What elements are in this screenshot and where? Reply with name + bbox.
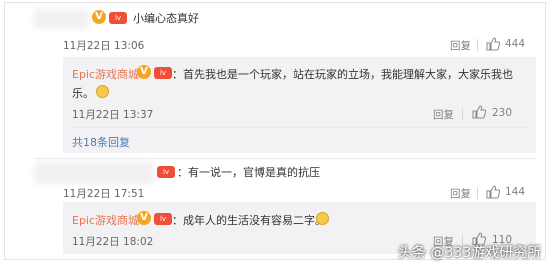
smiley-emoji-icon bbox=[96, 85, 109, 98]
comment-time: 11月22日 17:51 bbox=[63, 188, 145, 200]
reply-time: 11月22日 13:37 bbox=[72, 109, 154, 121]
v-badge-icon: V bbox=[137, 211, 151, 225]
comment-time: 11月22日 13:06 bbox=[63, 40, 145, 52]
divider bbox=[477, 39, 478, 51]
reply-text: ：首先我也是一个玩家，站在玩家的立场，我能理解大家，大家乐我也 bbox=[172, 68, 513, 81]
expand-replies-link[interactable]: 共18条回复 bbox=[72, 134, 130, 150]
blurred-username bbox=[34, 162, 154, 184]
reply-divider bbox=[72, 127, 528, 128]
divider bbox=[462, 108, 463, 120]
watermark: 头条 @333游戏研究所 bbox=[398, 245, 542, 261]
comment-divider bbox=[34, 158, 536, 159]
v-badge-icon: V bbox=[92, 10, 106, 24]
blurred-username bbox=[34, 9, 89, 29]
reply-username[interactable]: Epic游戏商城 bbox=[72, 66, 139, 82]
level-badge-icon: lv bbox=[109, 12, 127, 24]
thumbs-up-icon[interactable] bbox=[486, 37, 500, 51]
reply-text-continued: 乐。 bbox=[72, 87, 94, 100]
reply-button[interactable]: 回复 bbox=[450, 186, 471, 201]
like-count: 144 bbox=[505, 186, 526, 198]
divider bbox=[477, 187, 478, 199]
reply-button[interactable]: 回复 bbox=[433, 107, 454, 122]
like-count: 444 bbox=[505, 38, 526, 50]
comment-text: ：有一说一，官博是真的抗压 bbox=[177, 166, 320, 179]
reply-button[interactable]: 回复 bbox=[450, 38, 471, 53]
reply-text: ：成年人的生活没有容易二字。 bbox=[172, 214, 326, 227]
like-count: 230 bbox=[492, 107, 513, 119]
reply-username[interactable]: Epic游戏商城 bbox=[72, 212, 139, 228]
level-badge-icon: lv bbox=[154, 213, 172, 225]
thumbs-up-icon[interactable] bbox=[486, 185, 500, 199]
reply-time: 11月22日 18:02 bbox=[72, 236, 154, 248]
smiley-emoji-icon bbox=[316, 212, 329, 225]
comment-text: 小编心态真好 bbox=[133, 12, 199, 25]
level-badge-icon: lv bbox=[157, 166, 175, 178]
v-badge-icon: V bbox=[137, 65, 151, 79]
level-badge-icon: lv bbox=[154, 67, 172, 79]
thumbs-up-icon[interactable] bbox=[472, 105, 486, 119]
